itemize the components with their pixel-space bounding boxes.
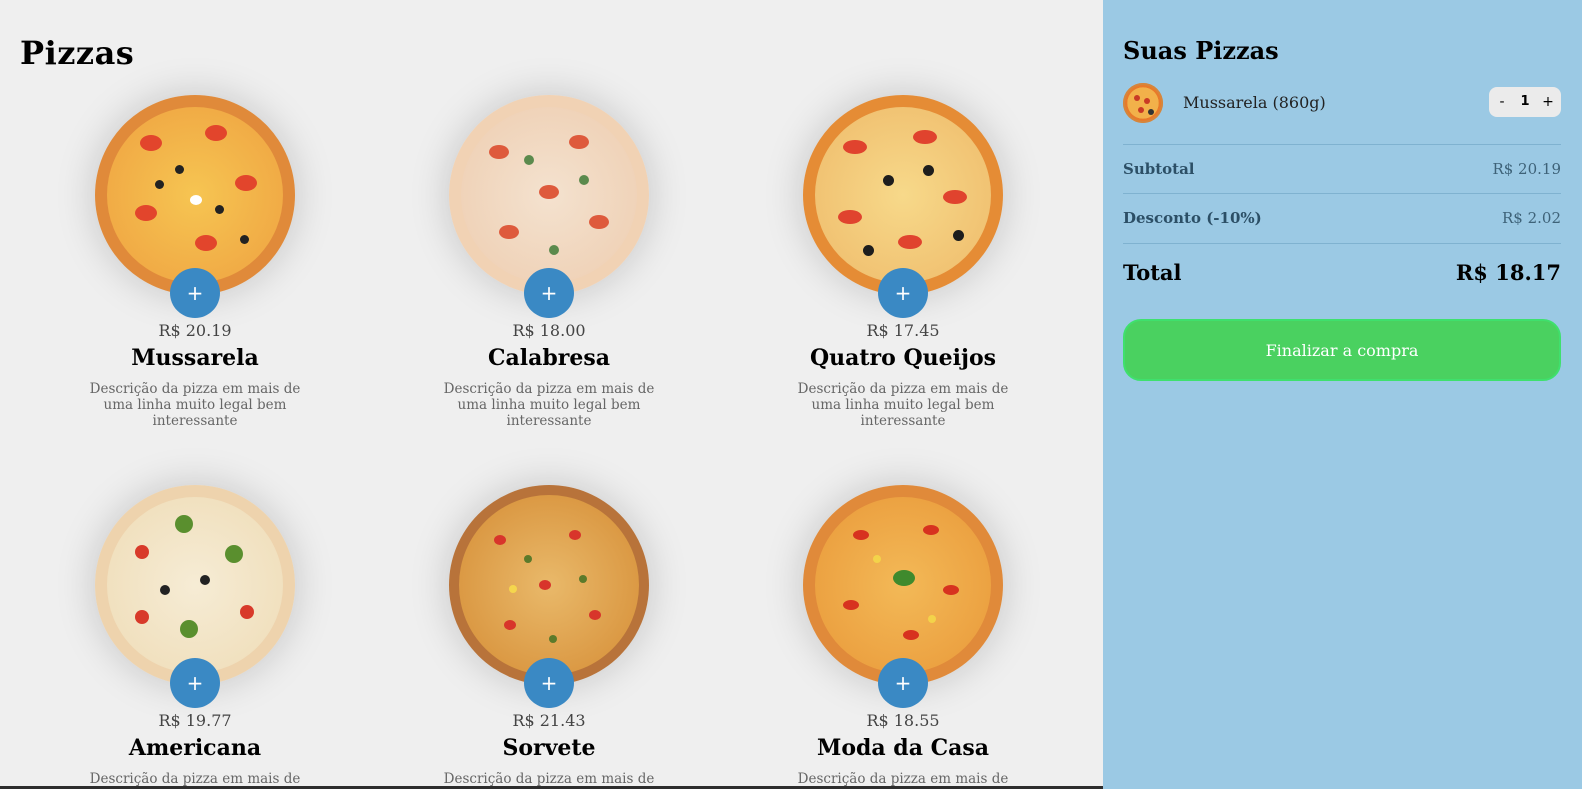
pizza-image xyxy=(95,95,295,295)
quantity-stepper: - 1 + xyxy=(1489,87,1561,117)
pizza-image xyxy=(95,485,295,685)
pizza-card-sorvete: + R$ 21.43 Sorvete Descrição da pizza em… xyxy=(399,485,699,789)
add-to-cart-button[interactable]: + xyxy=(524,268,574,318)
discount-row: Desconto (-10%) R$ 2.02 xyxy=(1123,193,1561,243)
pizza-description: Descrição da pizza em mais de uma linha … xyxy=(797,381,1009,429)
pizza-price: R$ 21.43 xyxy=(512,711,586,730)
cart-title: Suas Pizzas xyxy=(1123,36,1279,65)
pizza-price: R$ 19.77 xyxy=(158,711,232,730)
pizza-price: R$ 17.45 xyxy=(866,321,940,340)
pizza-card-americana: + R$ 19.77 Americana Descrição da pizza … xyxy=(45,485,345,789)
pizza-name: Quatro Queijos xyxy=(809,345,997,371)
pizza-image xyxy=(803,485,1003,685)
total-row: Total R$ 18.17 xyxy=(1123,243,1561,294)
add-to-cart-button[interactable]: + xyxy=(524,658,574,708)
pizza-name: Moda da Casa xyxy=(816,735,990,761)
checkout-button[interactable]: Finalizar a compra xyxy=(1123,319,1561,381)
add-to-cart-button[interactable]: + xyxy=(170,658,220,708)
add-to-cart-button[interactable]: + xyxy=(878,658,928,708)
subtotal-row: Subtotal R$ 20.19 xyxy=(1123,144,1561,194)
cart-sidebar: Suas Pizzas Mussarela (860g) - 1 + Subto… xyxy=(1103,0,1582,789)
subtotal-value: R$ 20.19 xyxy=(1492,160,1561,178)
cart-item-name: Mussarela (860g) xyxy=(1183,93,1326,112)
discount-label: Desconto (-10%) xyxy=(1123,209,1262,227)
total-label: Total xyxy=(1123,260,1182,285)
pizza-name: Sorvete xyxy=(502,735,596,761)
pizza-image xyxy=(449,95,649,295)
pizza-card-mussarela: + R$ 20.19 Mussarela Descrição da pizza … xyxy=(45,95,345,435)
pizza-description: Descrição da pizza em mais de uma linha … xyxy=(89,381,301,429)
pizza-grid: + R$ 20.19 Mussarela Descrição da pizza … xyxy=(45,95,1103,789)
add-to-cart-button[interactable]: + xyxy=(878,268,928,318)
pizza-name: Mussarela xyxy=(131,345,259,371)
pizza-name: Calabresa xyxy=(488,345,610,371)
pizza-image xyxy=(449,485,649,685)
total-value: R$ 18.17 xyxy=(1455,260,1561,285)
discount-value: R$ 2.02 xyxy=(1501,209,1561,227)
quantity-value: 1 xyxy=(1520,94,1530,109)
add-to-cart-button[interactable]: + xyxy=(170,268,220,318)
pizza-price: R$ 18.00 xyxy=(512,321,586,340)
cart-item-image xyxy=(1123,83,1163,123)
pizza-price: R$ 20.19 xyxy=(158,321,232,340)
increase-quantity-button[interactable]: + xyxy=(1537,87,1559,117)
pizza-image xyxy=(803,95,1003,295)
subtotal-label: Subtotal xyxy=(1123,160,1195,178)
pizza-card-calabresa: + R$ 18.00 Calabresa Descrição da pizza … xyxy=(399,95,699,435)
pizza-card-quatro-queijos: + R$ 17.45 Quatro Queijos Descrição da p… xyxy=(753,95,1053,435)
pizza-description: Descrição da pizza em mais de uma linha … xyxy=(443,381,655,429)
cart-item: Mussarela (860g) - 1 + xyxy=(1123,82,1561,124)
decrease-quantity-button[interactable]: - xyxy=(1491,87,1513,117)
pizza-menu: Pizzas + R$ 20.19 Mussarela Descrição da… xyxy=(0,0,1103,789)
page-title: Pizzas xyxy=(20,34,135,72)
pizza-price: R$ 18.55 xyxy=(866,711,940,730)
pizza-name: Americana xyxy=(128,735,262,761)
pizza-card-moda-da-casa: + R$ 18.55 Moda da Casa Descrição da piz… xyxy=(753,485,1053,789)
